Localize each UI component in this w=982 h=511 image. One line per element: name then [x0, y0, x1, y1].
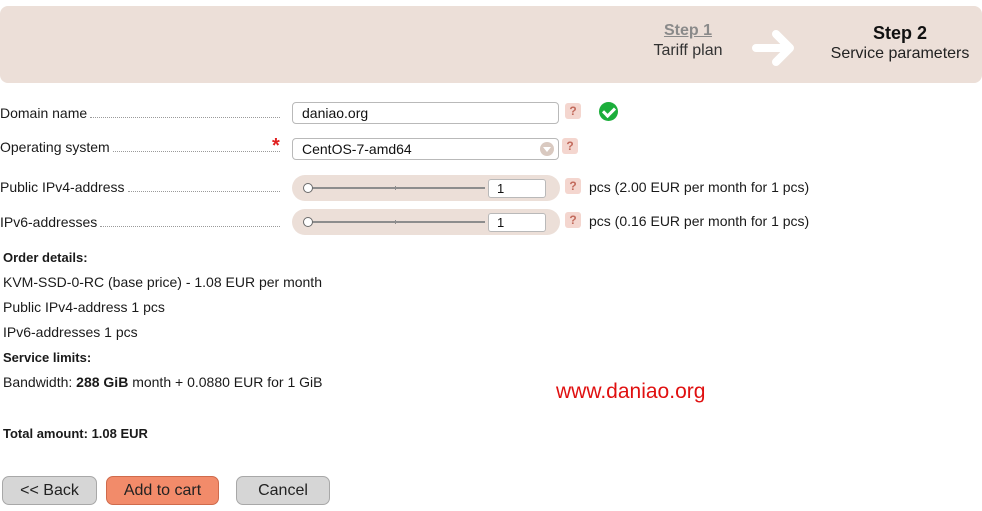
os-select[interactable]: CentOS-7-amd64 [292, 138, 559, 160]
ipv4-label: Public IPv4-address [0, 179, 280, 197]
add-to-cart-button[interactable]: Add to cart [106, 476, 219, 505]
ipv6-price-text: pcs (0.16 EUR per month for 1 pcs) [589, 213, 810, 229]
help-icon[interactable]: ? [565, 212, 581, 228]
order-line-ipv6: IPv6-addresses 1 pcs [3, 324, 138, 340]
step-2-label: Service parameters [830, 45, 970, 62]
bandwidth-value: 288 GiB [76, 374, 129, 390]
ipv6-slider [292, 209, 560, 235]
required-mark: * [272, 135, 280, 157]
ipv4-quantity-input[interactable] [488, 179, 546, 198]
steps-header: Step 1 Tariff plan Step 2 Service parame… [0, 6, 982, 83]
slider-handle[interactable] [303, 217, 313, 227]
slider-tick [395, 220, 396, 224]
chevron-down-icon[interactable] [540, 142, 554, 156]
check-icon [599, 102, 618, 121]
ipv4-price-text: pcs (2.00 EUR per month for 1 pcs) [589, 179, 810, 195]
back-button[interactable]: << Back [2, 476, 97, 505]
slider-track[interactable] [307, 187, 485, 189]
order-line-base: KVM-SSD-0-RC (base price) - 1.08 EUR per… [3, 274, 322, 290]
domain-name-label: Domain name [0, 105, 280, 123]
os-select-value: CentOS-7-amd64 [302, 141, 412, 157]
help-icon[interactable]: ? [565, 178, 581, 194]
step-2-title: Step 2 [872, 23, 928, 43]
os-label: Operating system [0, 139, 280, 157]
help-icon[interactable]: ? [565, 103, 581, 119]
ipv6-quantity-input[interactable] [488, 213, 546, 232]
order-line-ipv4: Public IPv4-address 1 pcs [3, 299, 165, 315]
ipv4-slider [292, 175, 560, 201]
help-icon[interactable]: ? [562, 138, 578, 154]
watermark: www.daniao.org [556, 380, 706, 403]
ipv6-label: IPv6-addresses [0, 214, 280, 232]
cancel-button[interactable]: Cancel [236, 476, 330, 505]
bandwidth-line: Bandwidth: 288 GiB month + 0.0880 EUR fo… [3, 374, 323, 390]
domain-name-input[interactable] [292, 102, 559, 124]
slider-tick [395, 186, 396, 190]
slider-track[interactable] [307, 221, 485, 223]
step-1[interactable]: Step 1 Tariff plan [640, 22, 736, 62]
step-1-link[interactable]: Step 1 [640, 22, 736, 40]
total-amount: Total amount: 1.08 EUR [3, 426, 148, 441]
step-1-label: Tariff plan [653, 42, 723, 59]
service-limits-heading: Service limits: [3, 350, 92, 365]
order-details-heading: Order details: [3, 250, 88, 265]
arrow-right-icon [752, 30, 794, 66]
slider-handle[interactable] [303, 183, 313, 193]
step-2: Step 2 Service parameters [818, 22, 982, 64]
